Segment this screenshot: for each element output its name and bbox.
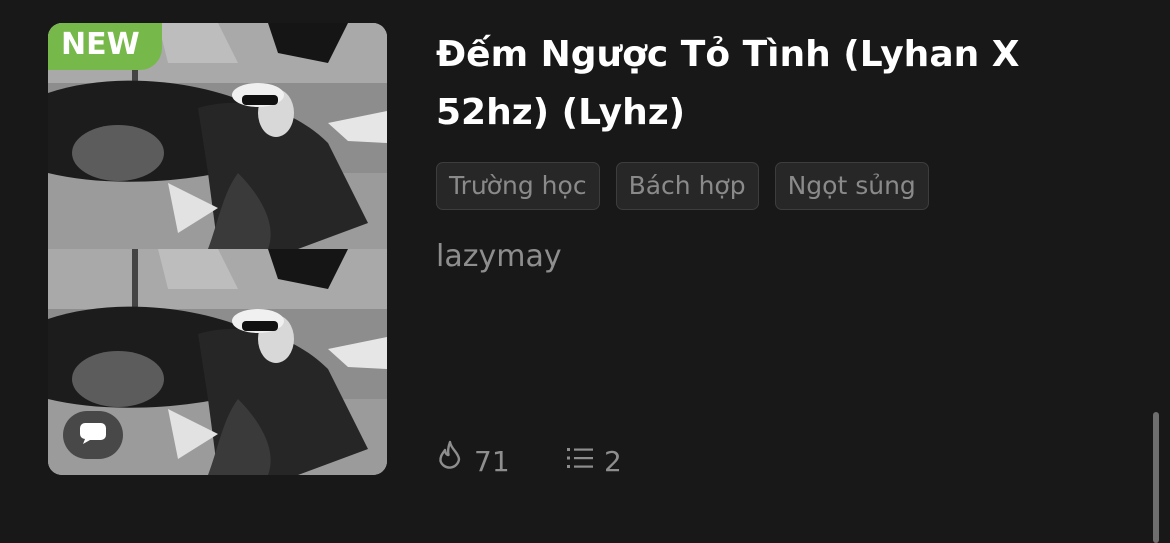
views-stat: 71 [436,440,566,483]
flame-icon [436,440,474,483]
tag-list: Trường học Bách hợp Ngọt sủng [436,162,929,210]
list-icon [566,442,604,482]
chapters-stat: 2 [566,442,622,482]
scrollbar-thumb[interactable] [1153,412,1159,543]
author-name[interactable]: lazymay [436,236,562,278]
book-cover[interactable]: NEW [48,23,387,475]
story-title[interactable]: Đếm Ngược Tỏ Tình (Lyhan X 52hz) (Lyhz) [436,26,1056,142]
tag-sweet[interactable]: Ngọt sủng [774,162,929,210]
chat-bubble-icon [79,421,107,450]
tag-gl[interactable]: Bách hợp [615,162,759,210]
story-stats: 71 2 [436,440,622,483]
views-count: 71 [474,444,510,478]
story-card[interactable]: NEW Đếm Ngược Tỏ Tình (Lyhan X 52hz) (Ly… [0,0,1170,543]
chat-button[interactable] [63,411,123,459]
tag-school[interactable]: Trường học [436,162,600,210]
new-badge: NEW [48,23,162,70]
chapters-count: 2 [604,444,622,478]
